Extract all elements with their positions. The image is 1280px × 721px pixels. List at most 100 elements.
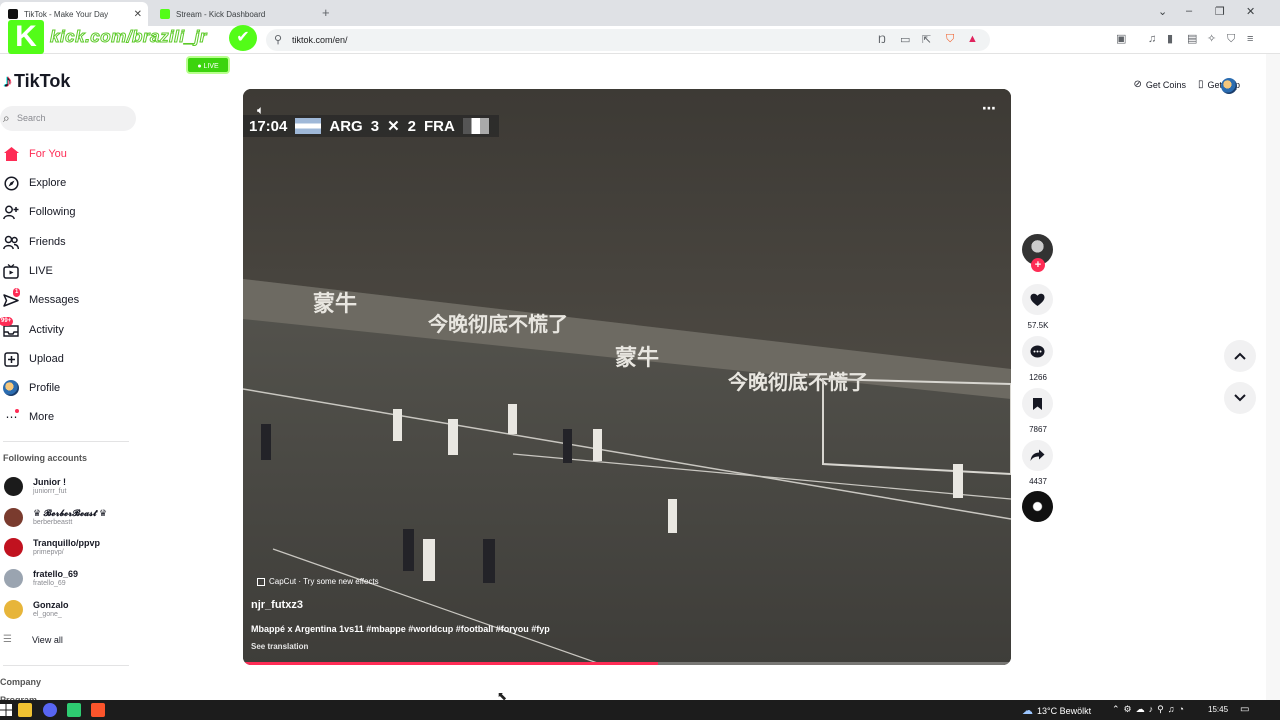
see-translation-link[interactable]: See translation [251,642,308,651]
url-text[interactable]: tiktok.com/en/ [292,35,348,45]
tab-list-chevron-icon[interactable]: ⌄ [1158,5,1167,18]
live-label: LIVE [203,63,219,70]
share-icon[interactable]: ⇱ [922,34,931,46]
nav-item-friends[interactable]: Friends [3,230,128,254]
capcut-icon [257,577,265,586]
brave-shields-icon[interactable]: ⛉ [946,33,954,45]
nav-item-more[interactable]: ⋯ More [3,405,128,429]
minimize-window-button[interactable]: – [1186,5,1192,17]
nav-item-messages[interactable]: 1 Messages [3,288,128,312]
account-handle: berberbeastt [33,519,73,526]
music-disc-icon[interactable] [1022,491,1053,522]
comment-icon [1030,345,1045,357]
video-author[interactable]: njr_futxz3 [251,599,303,611]
like-button[interactable] [1022,284,1053,315]
nav-item-live[interactable]: LIVE [3,259,128,283]
leo-ai-icon[interactable]: ✧ [1207,33,1216,45]
video-progress-bar[interactable] [243,662,1011,665]
sidebar-toggle-icon[interactable]: ▣ [1116,33,1126,45]
nav-label: Explore [29,177,67,189]
vpn-shield-icon[interactable]: ⛉ [1227,33,1235,45]
following-accounts-title: Following accounts [3,453,88,463]
tiktok-favicon-icon [8,9,18,19]
discord-icon[interactable] [43,703,57,717]
tab-title: Stream - Kick Dashboard [176,9,266,19]
sidebar-divider [3,665,129,666]
account-item[interactable]: ♛ 𝓑𝓮𝓻𝓫𝓮𝓻𝓑𝓮𝓪𝓼𝓽 ♛ berberbeastt [4,504,134,532]
chevron-down-icon [1234,394,1246,402]
close-tab-icon[interactable]: ✕ [134,9,142,20]
nav-item-for-you[interactable]: For You [3,142,128,166]
account-handle: el_gone_ [33,611,62,618]
brave-browser-icon[interactable] [91,703,105,717]
browser-tab-bar: TikTok - Make Your Day ✕ Stream - Kick D… [0,0,1280,26]
account-name: fratello_69 [33,569,79,579]
account-item[interactable]: Gonzalo el_gone_ [4,596,134,624]
video-player[interactable]: 蒙牛 今晚彻底不慌了 蒙牛 今晚彻底不慌了 17:04 ARG 3 ✕ 2 FR… [243,89,1011,665]
previous-video-button[interactable] [1224,340,1256,372]
account-name: Tranquillo/ppvp [33,538,100,548]
more-options-icon[interactable]: ⋯ [982,100,997,117]
brave-rewards-icon[interactable]: ▲ [967,33,978,45]
account-item[interactable]: fratello_69 fratello_69 [4,565,134,593]
list-icon: ☰ [3,634,12,645]
comment-button[interactable] [1022,336,1053,367]
wallet-icon[interactable]: ▤ [1187,33,1197,45]
share-button[interactable] [1022,440,1053,471]
next-video-button[interactable] [1224,382,1256,414]
volume-icon[interactable]: 🔈︎ [257,103,264,118]
nav-label: More [29,411,55,423]
menu-icon[interactable]: ≡ [1247,33,1253,45]
nav-item-activity[interactable]: 99+ Activity [0,317,128,342]
cast-icon[interactable]: ▭ [900,34,910,46]
media-icon[interactable]: ♫ [1148,33,1156,45]
app-icon[interactable] [67,703,81,717]
get-coins-button[interactable]: ⊘ Get Coins [1134,79,1186,90]
site-settings-icon[interactable]: ⚲ [274,34,282,46]
friends-icon [3,234,19,250]
browser-tab-kick[interactable]: Stream - Kick Dashboard [152,2,314,26]
svg-text:今晚彻底不慌了: 今晚彻底不慌了 [728,370,868,394]
notification-icon[interactable]: ▭ [1240,704,1249,715]
trophy-icon: ✕ [387,118,400,135]
home-icon [3,146,19,162]
more-icon: ⋯ [3,409,19,425]
heart-icon [1030,293,1045,306]
follow-plus-icon[interactable]: + [1031,258,1045,272]
nav-label: Activity [29,324,64,336]
capcut-effect-link[interactable]: CapCut · Try some new effects [257,577,379,586]
inbox-icon: 99+ [0,317,19,338]
kick-handle-overlay: kick.com/brazili_jr [50,27,207,47]
account-item[interactable]: Tranquillo/ppvp primepvp/ [4,534,134,562]
footer-link-company[interactable]: Company [0,677,41,687]
system-tray[interactable]: ⌃⚙☁♪⚲♫◔ [1112,704,1188,715]
taskbar-clock[interactable]: 15:45 [1208,705,1228,714]
new-tab-button[interactable]: + [322,5,330,20]
nav-label: LIVE [29,265,53,277]
start-button[interactable] [0,703,14,717]
nav-item-following[interactable]: Following [3,200,128,224]
close-window-button[interactable]: ✕ [1246,5,1255,18]
verified-check-icon: ✔ [229,25,257,51]
account-name: ♛ 𝓑𝓮𝓻𝓫𝓮𝓻𝓑𝓮𝓪𝓼𝓽 ♛ [33,508,108,518]
file-explorer-icon[interactable] [18,703,32,717]
search-input[interactable]: ⌕ Search [0,106,136,131]
tiktok-logo[interactable]: ♪ TikTok [3,71,70,92]
reading-list-icon[interactable]: ▮ [1167,33,1173,45]
cloud-icon: ☁ [1022,705,1033,717]
view-all-button[interactable]: ☰ View all [3,634,63,645]
nav-item-explore[interactable]: Explore [3,171,128,195]
address-bar[interactable]: ⚲ tiktok.com/en/ Ŋ ▭ ⇱ ⛉ ▲ [266,29,990,51]
user-avatar[interactable] [1221,78,1237,94]
account-item[interactable]: Junior ! juniorrr_fut [4,473,134,501]
home-team: ARG [329,117,363,135]
nav-item-profile[interactable]: Profile [3,376,128,400]
reader-mode-icon[interactable]: Ŋ [878,34,886,46]
weather-widget[interactable]: ☁ 13°C Bewölkt [1022,704,1091,717]
page-scrollbar[interactable] [1266,54,1280,700]
phone-icon: ▯ [1197,79,1204,90]
restore-window-button[interactable]: ❐ [1215,5,1225,18]
nav-item-upload[interactable]: Upload [3,347,128,371]
bookmark-button[interactable] [1022,388,1053,419]
following-icon [3,204,19,220]
